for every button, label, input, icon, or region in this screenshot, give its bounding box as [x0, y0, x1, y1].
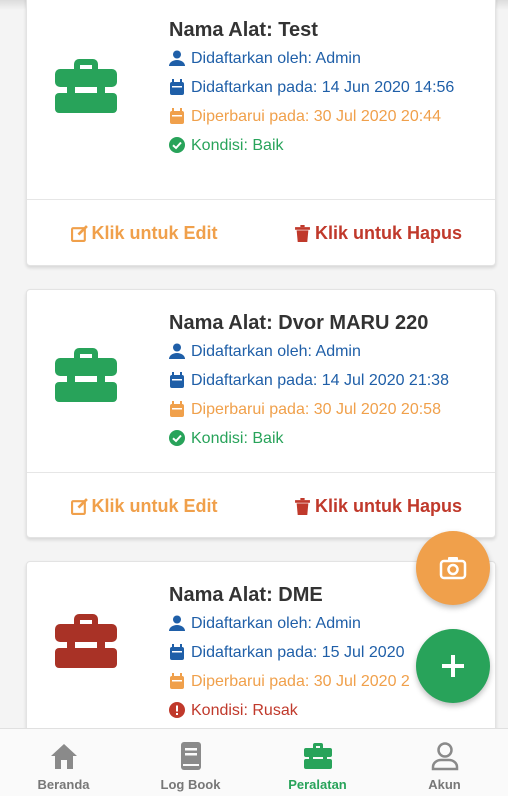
trash-icon: [295, 497, 310, 515]
nav-logbook-label: Log Book: [160, 777, 221, 792]
card-actions: Klik untuk Edit Klik untuk Hapus: [27, 201, 495, 265]
card-divider: [27, 199, 495, 200]
condition: Kondisi: Baik: [191, 430, 284, 447]
edit-button[interactable]: Klik untuk Edit: [27, 223, 261, 244]
toolbox-icon: [55, 348, 117, 402]
nav-logbook[interactable]: Log Book: [127, 729, 254, 796]
edit-button-label: Klik untuk Edit: [91, 222, 218, 243]
delete-button-label: Klik untuk Hapus: [314, 495, 462, 516]
add-equipment-button[interactable]: [416, 629, 490, 703]
check-circle-icon: [169, 137, 185, 153]
registered-at-row: Didaftarkan pada: 14 Jul 2020 21:38: [169, 369, 485, 392]
calendar-icon: [170, 673, 184, 689]
toolbox-icon: [55, 59, 117, 113]
updated-at-row: Diperbarui pada: 30 Jul 2020 20:44: [169, 105, 485, 128]
nav-account-label: Akun: [428, 777, 461, 792]
edit-button[interactable]: Klik untuk Edit: [27, 496, 261, 517]
delete-button[interactable]: Klik untuk Hapus: [261, 496, 495, 517]
updated-at: Diperbarui pada: 30 Jul 2020 20:44: [191, 108, 441, 125]
updated-at-row: Diperbarui pada: 30 Jul 2020 20:58: [169, 398, 485, 421]
calendar-icon: [170, 644, 184, 660]
nav-tools-label: Peralatan: [288, 777, 347, 792]
condition: Kondisi: Baik: [191, 137, 284, 154]
edit-icon: [70, 224, 88, 242]
trash-icon: [295, 224, 310, 242]
registered-at: Didaftarkan pada: 14 Jul 2020 21:38: [191, 372, 449, 389]
exclamation-circle-icon: [169, 702, 185, 718]
equipment-name: Nama Alat: Test: [169, 19, 318, 41]
equipment-card: Nama Alat: Dvor MARU 220 Didaftarkan ole…: [26, 289, 496, 538]
delete-button-label: Klik untuk Hapus: [314, 222, 462, 243]
camera-icon: [439, 557, 467, 580]
registered-by-row: Didaftarkan oleh: Admin: [169, 340, 485, 363]
calendar-icon: [170, 401, 184, 417]
plus-icon: [442, 655, 464, 677]
user-icon: [169, 50, 185, 66]
nav-home-label: Beranda: [37, 777, 90, 792]
calendar-icon: [170, 372, 184, 388]
camera-button[interactable]: [416, 531, 490, 605]
condition-row: Kondisi: Rusak: [169, 699, 485, 722]
condition-row: Kondisi: Baik: [169, 427, 485, 450]
bottom-navigation: Beranda Log Book Peralatan Akun: [0, 728, 508, 796]
registered-by-row: Didaftarkan oleh: Admin: [169, 47, 485, 70]
user-icon: [431, 742, 458, 771]
calendar-icon: [170, 108, 184, 124]
equipment-card: Nama Alat: Test Didaftarkan oleh: Admin …: [26, 0, 496, 266]
edit-icon: [70, 497, 88, 515]
card-actions: Klik untuk Edit Klik untuk Hapus: [27, 474, 495, 538]
home-icon: [50, 744, 77, 769]
delete-button[interactable]: Klik untuk Hapus: [261, 223, 495, 244]
equipment-list[interactable]: Nama Alat: Test Didaftarkan oleh: Admin …: [0, 0, 508, 728]
registered-by: Didaftarkan oleh: Admin: [191, 50, 361, 67]
condition: Kondisi: Rusak: [191, 702, 298, 719]
registered-at: Didaftarkan pada: 14 Jun 2020 14:56: [191, 79, 455, 96]
user-icon: [169, 615, 185, 631]
user-icon: [169, 343, 185, 359]
equipment-name: Nama Alat: Dvor MARU 220: [169, 312, 429, 334]
check-circle-icon: [169, 430, 185, 446]
card-divider: [27, 472, 495, 473]
nav-home[interactable]: Beranda: [0, 729, 127, 796]
nav-account[interactable]: Akun: [381, 729, 508, 796]
registered-at-row: Didaftarkan pada: 14 Jun 2020 14:56: [169, 76, 485, 99]
condition-row: Kondisi: Baik: [169, 134, 485, 157]
updated-at: Diperbarui pada: 30 Jul 2020 20:58: [191, 401, 441, 418]
toolbox-icon: [303, 743, 332, 769]
toolbox-icon: [55, 614, 117, 668]
calendar-icon: [170, 79, 184, 95]
book-icon: [180, 742, 201, 770]
registered-by: Didaftarkan oleh: Admin: [191, 343, 361, 360]
edit-button-label: Klik untuk Edit: [91, 495, 218, 516]
nav-tools[interactable]: Peralatan: [254, 729, 381, 796]
